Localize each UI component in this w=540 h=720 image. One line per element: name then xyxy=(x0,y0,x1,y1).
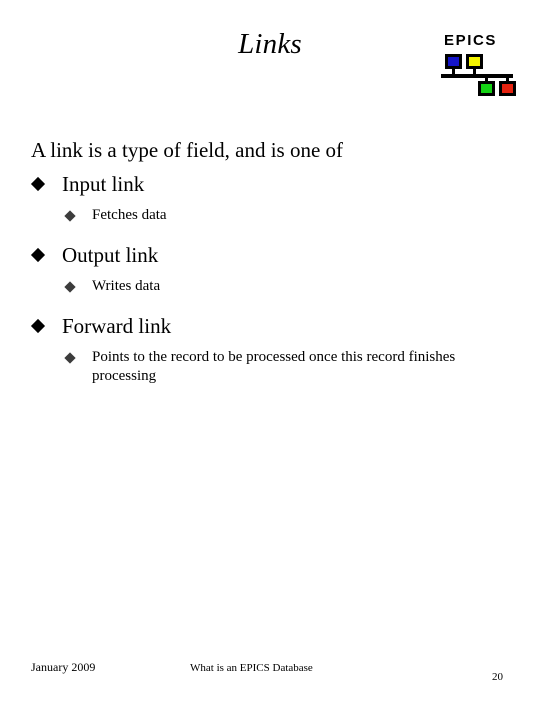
sub-bullet-label: Fetches data xyxy=(92,207,167,223)
diamond-sub-bullet-icon xyxy=(64,352,76,364)
sub-bullet-item-writes-data: Writes data xyxy=(31,277,517,296)
sub-bullet-item-forward-description: Points to the record to be processed onc… xyxy=(31,348,517,386)
node-yellow-icon xyxy=(466,54,483,69)
diamond-sub-bullet-icon xyxy=(64,281,76,293)
bullet-label: Forward link xyxy=(62,314,172,338)
sub-bullet-label: Writes data xyxy=(92,278,161,294)
footer-subject: What is an EPICS Database xyxy=(190,662,313,674)
sub-bullet-item-fetches-data: Fetches data xyxy=(31,206,517,225)
diamond-bullet-icon xyxy=(30,176,46,192)
stem-blue xyxy=(452,68,455,75)
footer-date: January 2009 xyxy=(31,660,96,674)
footer-page-number: 20 xyxy=(492,671,503,683)
stem-yellow xyxy=(473,68,476,75)
epics-wordmark: EPICS xyxy=(444,32,498,49)
node-blue-icon xyxy=(445,54,462,69)
bullet-item-input-link: Input link xyxy=(30,171,517,197)
diamond-bullet-icon xyxy=(30,318,46,334)
epics-network-diagram-icon xyxy=(441,54,517,98)
sub-bullet-label: Points to the record to be processed onc… xyxy=(92,349,456,384)
bullet-label: Input link xyxy=(62,172,145,196)
slide-body: A link is a type of field, and is one of… xyxy=(30,138,517,386)
bullet-label: Output link xyxy=(62,243,159,267)
diamond-sub-bullet-icon xyxy=(64,210,76,222)
diamond-bullet-icon xyxy=(30,247,46,263)
bullet-item-forward-link: Forward link xyxy=(30,313,517,339)
node-green-icon xyxy=(478,81,495,96)
node-red-icon xyxy=(499,81,516,96)
intro-line: A link is a type of field, and is one of xyxy=(31,138,344,162)
bullet-item-output-link: Output link xyxy=(30,242,517,268)
epics-logo: EPICS xyxy=(441,33,517,99)
